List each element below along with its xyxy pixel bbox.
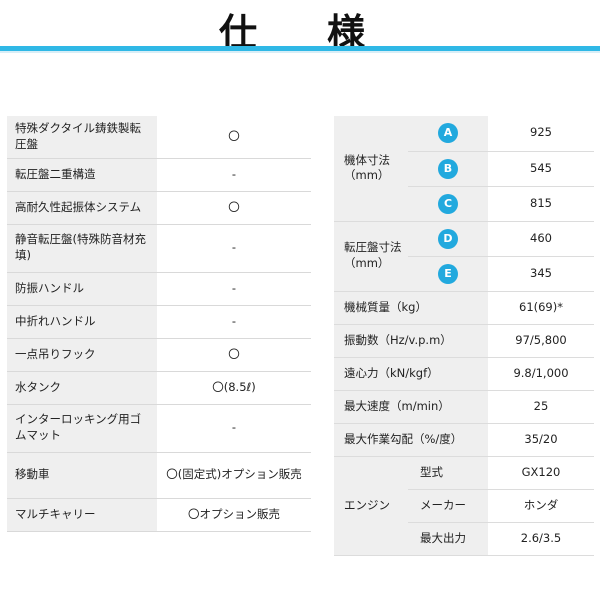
feature-value: - bbox=[157, 404, 311, 453]
feature-value: 〇オプション販売 bbox=[157, 498, 311, 532]
feature-row: マルチキャリー 〇オプション販売 bbox=[7, 498, 311, 532]
dimension-value: 925 bbox=[488, 116, 594, 152]
feature-row: 一点吊りフック 〇 bbox=[7, 338, 311, 372]
feature-label: 中折れハンドル bbox=[7, 305, 157, 339]
engine-sub-label: 最大出力 bbox=[408, 522, 488, 556]
feature-value: - bbox=[157, 272, 311, 306]
spec-value: 9.8/1,000 bbox=[488, 357, 594, 391]
engine-value: GX120 bbox=[488, 456, 594, 490]
plate-dims-label: 転圧盤寸法 （mm） bbox=[334, 221, 408, 292]
engine-value: 2.6/3.5 bbox=[488, 522, 594, 556]
dimension-row: 機体寸法 （mm） A 925 bbox=[334, 116, 594, 222]
feature-row: 水タンク 〇(8.5ℓ) bbox=[7, 371, 311, 405]
spec-label: 振動数（Hz/v.p.m） bbox=[334, 324, 488, 358]
spec-label: 機械質量（kg） bbox=[334, 291, 488, 325]
feature-value: - bbox=[157, 158, 311, 192]
engine-sub-label: メーカー bbox=[408, 489, 488, 523]
feature-row: 静音転圧盤(特殊防音材充填) - bbox=[7, 224, 311, 273]
page-header: 仕 様 bbox=[0, 0, 600, 56]
spec-label: 遠心力（kN/kgf） bbox=[334, 357, 488, 391]
specifications-table: 機体寸法 （mm） A 925 B 545 C 815 転圧盤寸法 （mm） D… bbox=[334, 116, 594, 556]
spec-value: 25 bbox=[488, 390, 594, 424]
spec-row: 遠心力（kN/kgf） 9.8/1,000 bbox=[334, 357, 594, 391]
spec-row: 最大速度（m/min） 25 bbox=[334, 390, 594, 424]
engine-label: エンジン bbox=[334, 456, 408, 556]
feature-value: - bbox=[157, 305, 311, 339]
body-dims-label: 機体寸法 （mm） bbox=[334, 116, 408, 222]
engine-value: ホンダ bbox=[488, 489, 594, 523]
feature-value: 〇 bbox=[157, 191, 311, 225]
dimension-value: 815 bbox=[488, 186, 594, 222]
feature-row: 転圧盤二重構造 - bbox=[7, 158, 311, 192]
engine-row: エンジン 型式 GX120 bbox=[334, 456, 594, 556]
feature-row: インターロッキング用ゴムマット - bbox=[7, 404, 311, 453]
feature-value: 〇(8.5ℓ) bbox=[157, 371, 311, 405]
spec-value: 35/20 bbox=[488, 423, 594, 457]
feature-label: インターロッキング用ゴムマット bbox=[7, 404, 157, 453]
feature-value: - bbox=[157, 224, 311, 273]
spec-value: 61(69)* bbox=[488, 291, 594, 325]
spec-value: 97/5,800 bbox=[488, 324, 594, 358]
feature-value: 〇 bbox=[157, 338, 311, 372]
dimension-row: 転圧盤寸法 （mm） D 460 bbox=[334, 221, 594, 292]
feature-label: 防振ハンドル bbox=[7, 272, 157, 306]
feature-label: 特殊ダクタイル鋳鉄製転圧盤 bbox=[7, 116, 157, 159]
features-table: 特殊ダクタイル鋳鉄製転圧盤 〇 転圧盤二重構造 - 高耐久性起振体システム 〇 … bbox=[7, 116, 311, 532]
feature-label: 移動車 bbox=[7, 452, 157, 499]
feature-label: マルチキャリー bbox=[7, 498, 157, 532]
dimension-value: 545 bbox=[488, 151, 594, 187]
feature-row: 移動車 〇(固定式)オプション販売 bbox=[7, 452, 311, 499]
feature-label: 高耐久性起振体システム bbox=[7, 191, 157, 225]
feature-value: 〇 bbox=[157, 116, 311, 159]
feature-row: 中折れハンドル - bbox=[7, 305, 311, 339]
dimension-a-icon: A bbox=[438, 123, 458, 144]
feature-label: 一点吊りフック bbox=[7, 338, 157, 372]
dimension-b-icon: B bbox=[438, 158, 458, 179]
dimension-c-icon: C bbox=[438, 193, 458, 214]
dimension-e-icon: E bbox=[438, 263, 458, 284]
feature-value: 〇(固定式)オプション販売 bbox=[157, 452, 311, 499]
spec-label: 最大速度（m/min） bbox=[334, 390, 488, 424]
feature-label: 水タンク bbox=[7, 371, 157, 405]
spec-row: 振動数（Hz/v.p.m） 97/5,800 bbox=[334, 324, 594, 358]
spec-label: 最大作業勾配（%/度） bbox=[334, 423, 488, 457]
feature-label: 静音転圧盤(特殊防音材充填) bbox=[7, 224, 157, 273]
feature-row: 特殊ダクタイル鋳鉄製転圧盤 〇 bbox=[7, 116, 311, 159]
dimension-value: 345 bbox=[488, 256, 594, 292]
engine-sub-label: 型式 bbox=[408, 456, 488, 490]
spec-row: 最大作業勾配（%/度） 35/20 bbox=[334, 423, 594, 457]
feature-label: 転圧盤二重構造 bbox=[7, 158, 157, 192]
title-underline-shadow bbox=[0, 51, 600, 53]
dimension-value: 460 bbox=[488, 221, 594, 257]
dimension-d-icon: D bbox=[438, 228, 458, 249]
feature-row: 高耐久性起振体システム 〇 bbox=[7, 191, 311, 225]
feature-row: 防振ハンドル - bbox=[7, 272, 311, 306]
spec-row: 機械質量（kg） 61(69)* bbox=[334, 291, 594, 325]
